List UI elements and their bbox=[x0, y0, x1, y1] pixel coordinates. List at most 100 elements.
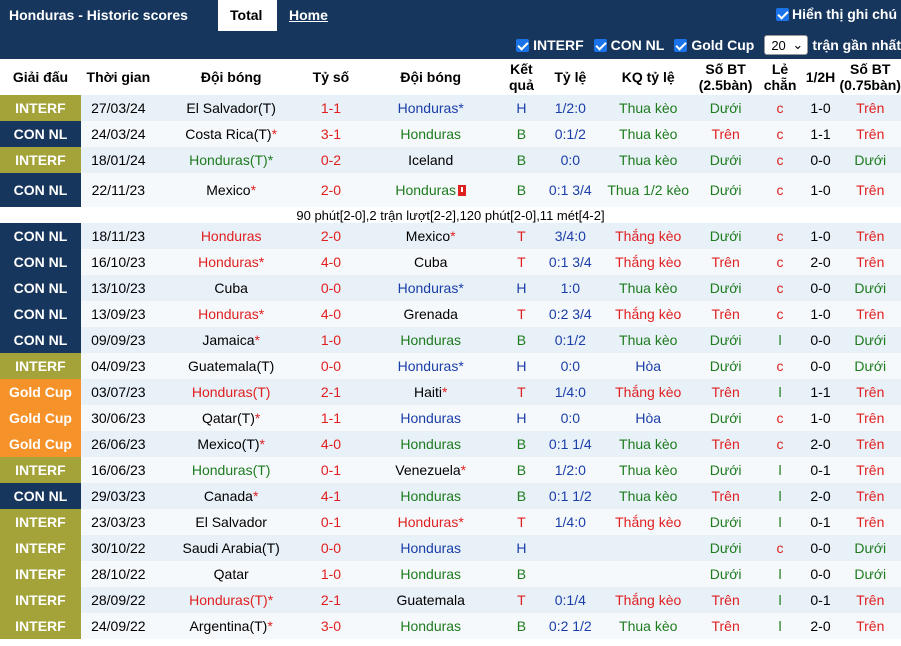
match-score[interactable]: 1-0 bbox=[306, 561, 356, 587]
away-team[interactable]: Cuba bbox=[355, 249, 506, 275]
filter-goldcup[interactable]: Gold Cup bbox=[674, 37, 754, 53]
table-row[interactable]: CON NL 13/09/23 Honduras* 4-0 Grenada T 0:2 3/… bbox=[0, 301, 901, 327]
home-team[interactable]: Qatar bbox=[155, 561, 307, 587]
away-team[interactable]: Honduras bbox=[355, 405, 506, 431]
col-header: Đội bóng bbox=[355, 59, 506, 95]
home-team[interactable]: Honduras(T) bbox=[155, 457, 307, 483]
away-team[interactable]: Venezuela* bbox=[355, 457, 506, 483]
home-team[interactable]: Honduras* bbox=[155, 301, 307, 327]
home-team[interactable]: Guatemala(T) bbox=[155, 353, 307, 379]
table-row[interactable]: CON NL 18/11/23 Honduras 2-0 Mexico* T 3/4:0 Th… bbox=[0, 223, 901, 249]
home-team[interactable]: Canada* bbox=[155, 483, 307, 509]
away-team[interactable]: Honduras bbox=[355, 173, 506, 207]
table-row[interactable]: INTERF 28/10/22 Qatar 1-0 Honduras B Dưới l 0-0 D… bbox=[0, 561, 901, 587]
away-team[interactable]: Honduras* bbox=[355, 509, 506, 535]
col-header: Giải đấu bbox=[0, 59, 81, 95]
checkbox-icon[interactable] bbox=[674, 38, 688, 52]
match-result: B bbox=[506, 147, 537, 173]
match-score[interactable]: 4-1 bbox=[306, 483, 356, 509]
away-team[interactable]: Honduras bbox=[355, 561, 506, 587]
home-team[interactable]: El Salvador(T) bbox=[155, 95, 307, 121]
table-row[interactable]: CON NL 13/10/23 Cuba 0-0 Honduras* H 1:0 Thua k… bbox=[0, 275, 901, 301]
home-team[interactable]: Honduras bbox=[155, 223, 307, 249]
home-team-text: Qatar bbox=[213, 566, 249, 582]
match-score[interactable]: 2-1 bbox=[306, 379, 356, 405]
checkbox-icon[interactable] bbox=[516, 38, 530, 52]
table-row[interactable]: INTERF 24/09/22 Argentina(T)* 3-0 Honduras B 0… bbox=[0, 613, 901, 639]
favorite-marker: * bbox=[254, 332, 260, 348]
match-score[interactable]: 1-0 bbox=[306, 327, 356, 353]
home-team[interactable]: Honduras(T)* bbox=[155, 587, 307, 613]
match-score[interactable]: 0-1 bbox=[306, 509, 356, 535]
match-score[interactable]: 1-1 bbox=[306, 405, 356, 431]
home-team-text: Guatemala(T) bbox=[187, 358, 275, 374]
halftime-score-text: 1-0 bbox=[810, 100, 831, 116]
match-score[interactable]: 0-1 bbox=[306, 457, 356, 483]
away-team[interactable]: Haiti* bbox=[355, 379, 506, 405]
table-row[interactable]: INTERF 27/03/24 El Salvador(T) 1-1 Honduras*… bbox=[0, 95, 901, 121]
table-row[interactable]: INTERF 04/09/23 Guatemala(T) 0-0 Honduras* H 0… bbox=[0, 353, 901, 379]
count-select[interactable]: 20 ⌄ bbox=[764, 35, 809, 55]
home-team[interactable]: Jamaica* bbox=[155, 327, 307, 353]
home-team[interactable]: Cuba bbox=[155, 275, 307, 301]
match-score[interactable]: 4-0 bbox=[306, 301, 356, 327]
table-row[interactable]: CON NL 22/11/23 Mexico* 2-0 Honduras B 0:1 3/4… bbox=[0, 173, 901, 207]
match-score-text: 4-0 bbox=[320, 254, 342, 270]
home-team[interactable]: Mexico(T)* bbox=[155, 431, 307, 457]
home-team-text: Honduras(T)* bbox=[189, 592, 274, 608]
away-team[interactable]: Honduras bbox=[355, 483, 506, 509]
match-score[interactable]: 3-0 bbox=[306, 613, 356, 639]
show-notes-toggle[interactable]: Hiển thị ghi chú bbox=[776, 6, 897, 22]
away-team[interactable]: Honduras bbox=[355, 431, 506, 457]
match-score[interactable]: 4-0 bbox=[306, 249, 356, 275]
away-team[interactable]: Iceland bbox=[355, 147, 506, 173]
match-score[interactable]: 0-0 bbox=[306, 275, 356, 301]
match-score[interactable]: 3-1 bbox=[306, 121, 356, 147]
table-row[interactable]: CON NL 16/10/23 Honduras* 4-0 Cuba T 0:1 3/4 Th… bbox=[0, 249, 901, 275]
home-team[interactable]: El Salvador bbox=[155, 509, 307, 535]
tab-total[interactable]: Total bbox=[218, 0, 277, 31]
match-score[interactable]: 0-2 bbox=[306, 147, 356, 173]
filter-interf[interactable]: INTERF bbox=[516, 37, 584, 53]
match-score[interactable]: 2-1 bbox=[306, 587, 356, 613]
home-team[interactable]: Honduras* bbox=[155, 249, 307, 275]
away-team[interactable]: Honduras bbox=[355, 535, 506, 561]
table-row[interactable]: INTERF 23/03/23 El Salvador 0-1 Honduras* T 1/… bbox=[0, 509, 901, 535]
home-team[interactable]: Saudi Arabia(T) bbox=[155, 535, 307, 561]
away-team[interactable]: Honduras* bbox=[355, 353, 506, 379]
away-team[interactable]: Honduras bbox=[355, 121, 506, 147]
home-team[interactable]: Argentina(T)* bbox=[155, 613, 307, 639]
table-row[interactable]: Gold Cup 26/06/23 Mexico(T)* 4-0 Honduras B 0:… bbox=[0, 431, 901, 457]
away-team[interactable]: Mexico* bbox=[355, 223, 506, 249]
home-team[interactable]: Honduras(T) bbox=[155, 379, 307, 405]
table-row[interactable]: CON NL 24/03/24 Costa Rica(T)* 3-1 Honduras B… bbox=[0, 121, 901, 147]
filter-connl[interactable]: CON NL bbox=[593, 37, 664, 53]
match-score[interactable]: 2-0 bbox=[306, 173, 356, 207]
table-row[interactable]: CON NL 29/03/23 Canada* 4-1 Honduras B 0:1 1/2… bbox=[0, 483, 901, 509]
checkbox-icon[interactable] bbox=[593, 38, 607, 52]
match-score[interactable]: 0-0 bbox=[306, 535, 356, 561]
match-score[interactable]: 1-1 bbox=[306, 95, 356, 121]
table-row[interactable]: INTERF 16/06/23 Honduras(T) 0-1 Venezuela* B 1… bbox=[0, 457, 901, 483]
table-row[interactable]: Gold Cup 30/06/23 Qatar(T)* 1-1 Honduras H 0:0… bbox=[0, 405, 901, 431]
match-score[interactable]: 0-0 bbox=[306, 353, 356, 379]
table-row[interactable]: Gold Cup 03/07/23 Honduras(T) 2-1 Haiti* T 1/4… bbox=[0, 379, 901, 405]
table-row[interactable]: INTERF 30/10/22 Saudi Arabia(T) 0-0 Honduras… bbox=[0, 535, 901, 561]
home-team[interactable]: Honduras(T)* bbox=[155, 147, 307, 173]
table-row[interactable]: CON NL 09/09/23 Jamaica* 1-0 Honduras B 0:1/2 T… bbox=[0, 327, 901, 353]
away-team[interactable]: Honduras* bbox=[355, 275, 506, 301]
away-team[interactable]: Honduras bbox=[355, 327, 506, 353]
away-team[interactable]: Honduras bbox=[355, 613, 506, 639]
checkbox-icon[interactable] bbox=[776, 7, 789, 21]
away-team[interactable]: Guatemala bbox=[355, 587, 506, 613]
table-row[interactable]: INTERF 18/01/24 Honduras(T)* 0-2 Iceland B 0:0… bbox=[0, 147, 901, 173]
tab-home[interactable]: Home bbox=[277, 0, 340, 31]
home-team[interactable]: Qatar(T)* bbox=[155, 405, 307, 431]
away-team[interactable]: Grenada bbox=[355, 301, 506, 327]
match-score[interactable]: 2-0 bbox=[306, 223, 356, 249]
away-team[interactable]: Honduras* bbox=[355, 95, 506, 121]
match-score[interactable]: 4-0 bbox=[306, 431, 356, 457]
home-team[interactable]: Costa Rica(T)* bbox=[155, 121, 307, 147]
home-team[interactable]: Mexico* bbox=[155, 173, 307, 207]
table-row[interactable]: INTERF 28/09/22 Honduras(T)* 2-1 Guatemala T 0… bbox=[0, 587, 901, 613]
